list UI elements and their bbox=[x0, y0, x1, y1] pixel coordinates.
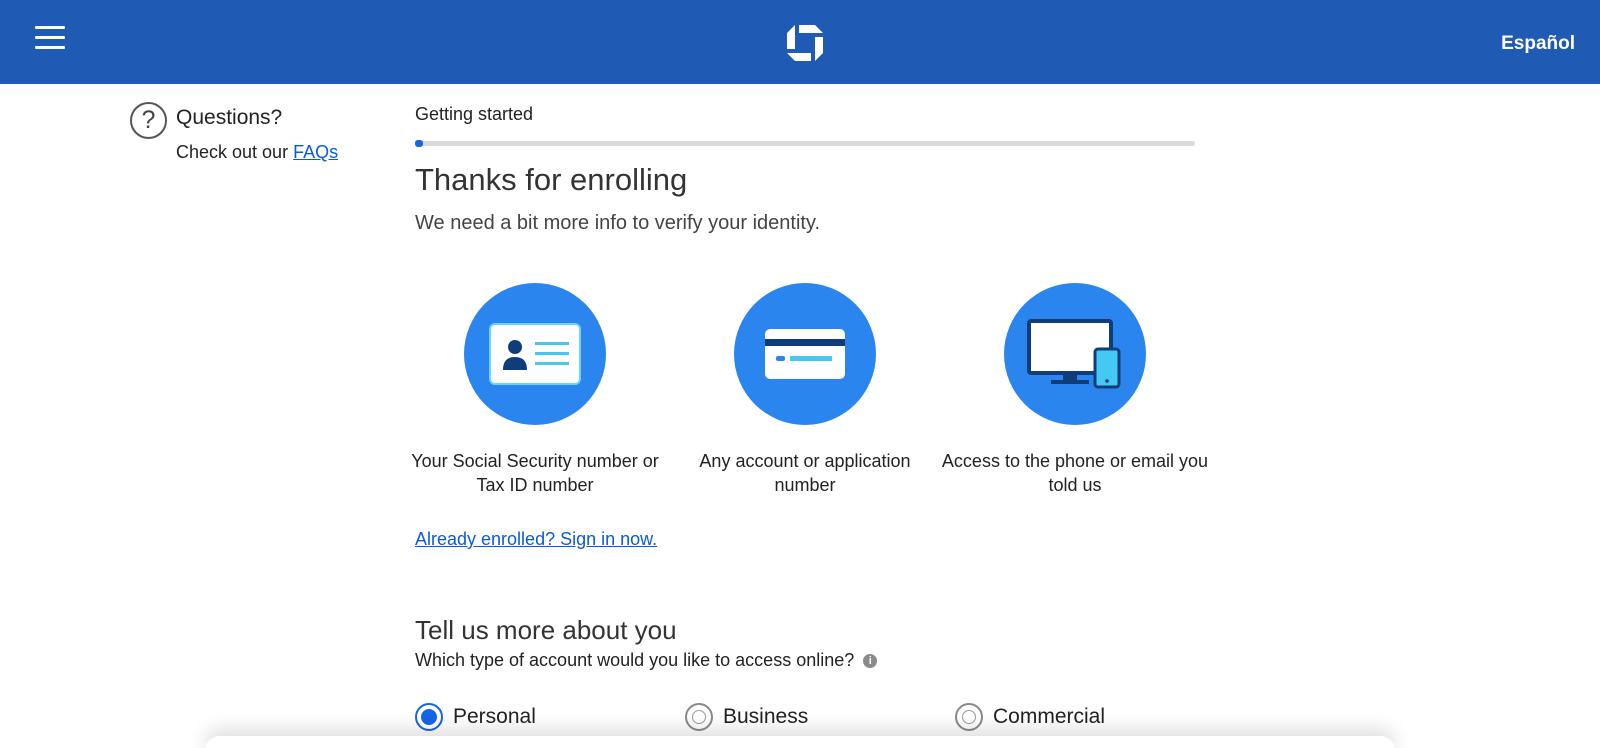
id-card-icon bbox=[464, 283, 606, 425]
sign-in-link[interactable]: Already enrolled? Sign in now. bbox=[415, 529, 657, 550]
page-subtitle: We need a bit more info to verify your i… bbox=[415, 212, 821, 234]
question-mark-icon: ? bbox=[130, 102, 167, 139]
requirement-caption: Access to the phone or email you told us bbox=[941, 451, 1209, 495]
card-shadow bbox=[205, 736, 1395, 748]
account-type-question: Which type of account would you like to … bbox=[415, 650, 878, 671]
requirement-ssn: Your Social Security number or Tax ID nu… bbox=[400, 283, 670, 497]
radio-commercial[interactable]: Commercial bbox=[955, 702, 1105, 732]
devices-icon bbox=[1004, 283, 1146, 425]
info-icon[interactable]: i bbox=[863, 654, 878, 669]
requirement-phone-email: Access to the phone or email you told us bbox=[940, 283, 1210, 497]
radio-dot bbox=[962, 710, 976, 724]
radio-label: Commercial bbox=[993, 705, 1106, 728]
step-label: Getting started bbox=[415, 104, 534, 124]
help-title: Questions? bbox=[176, 106, 283, 129]
requirement-caption: Any account or application number bbox=[699, 451, 911, 495]
radio-button[interactable] bbox=[955, 703, 983, 731]
brand-logo-icon[interactable] bbox=[787, 25, 823, 61]
radio-label: Personal bbox=[453, 705, 536, 728]
credit-card-icon bbox=[734, 283, 876, 425]
progress-bar-fill bbox=[415, 140, 423, 147]
radio-dot bbox=[692, 710, 706, 724]
top-navigation-bar: Español bbox=[0, 0, 1600, 84]
language-toggle-link[interactable]: Español bbox=[1501, 33, 1575, 55]
radio-business[interactable]: Business bbox=[685, 702, 808, 732]
hamburger-menu-icon[interactable] bbox=[35, 26, 65, 52]
requirement-caption: Your Social Security number or Tax ID nu… bbox=[411, 451, 659, 495]
section-title: Tell us more about you bbox=[415, 615, 677, 645]
radio-personal[interactable]: Personal bbox=[415, 702, 536, 732]
radio-button[interactable] bbox=[685, 703, 713, 731]
page-title: Thanks for enrolling bbox=[415, 162, 688, 197]
help-subtitle-text: Check out our bbox=[176, 142, 294, 162]
radio-label: Business bbox=[723, 705, 809, 728]
help-subtitle: Check out our FAQs bbox=[176, 142, 338, 163]
radio-button[interactable] bbox=[415, 703, 443, 731]
radio-dot bbox=[421, 709, 437, 725]
faq-link[interactable]: FAQs bbox=[293, 142, 338, 162]
progress-bar bbox=[415, 140, 1195, 147]
question-text: Which type of account would you like to … bbox=[415, 650, 855, 670]
requirement-account-number: Any account or application number bbox=[670, 283, 940, 497]
